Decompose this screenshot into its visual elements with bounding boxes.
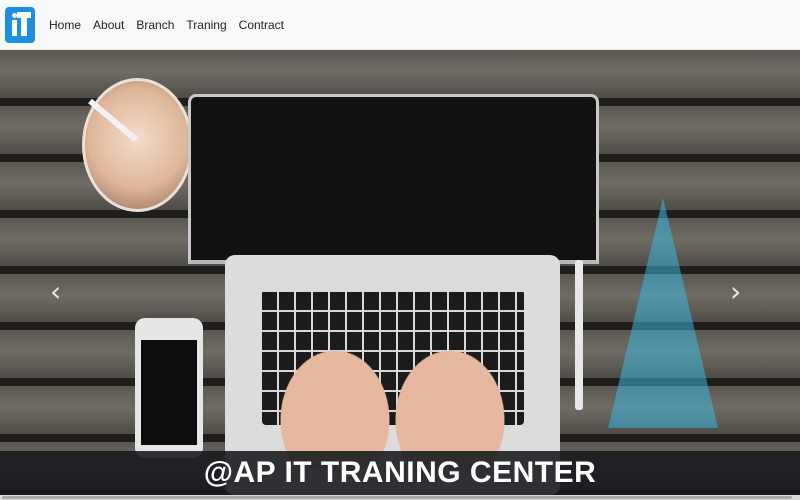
carousel-caption-band: @AP IT TRANING CENTER	[0, 451, 800, 495]
nav-link-contract[interactable]: Contract	[239, 18, 284, 32]
nav-menu: Home About Branch Traning Contract	[43, 18, 290, 32]
nav-link-traning[interactable]: Traning	[186, 18, 226, 32]
hero-carousel: ‹ › @AP IT TRANING CENTER	[0, 50, 800, 495]
nav-link-home[interactable]: Home	[49, 18, 81, 32]
chevron-right-icon[interactable]: ›	[730, 278, 741, 306]
carousel-caption: @AP IT TRANING CENTER	[203, 456, 597, 489]
top-navbar: Home About Branch Traning Contract	[0, 0, 800, 50]
chevron-left-icon[interactable]: ‹	[50, 278, 61, 306]
it-logo-icon[interactable]	[5, 6, 35, 43]
scrollbar-thumb[interactable]	[2, 496, 792, 499]
nav-link-branch[interactable]: Branch	[136, 18, 174, 32]
horizontal-scrollbar[interactable]	[0, 495, 800, 500]
nav-link-about[interactable]: About	[93, 18, 124, 32]
